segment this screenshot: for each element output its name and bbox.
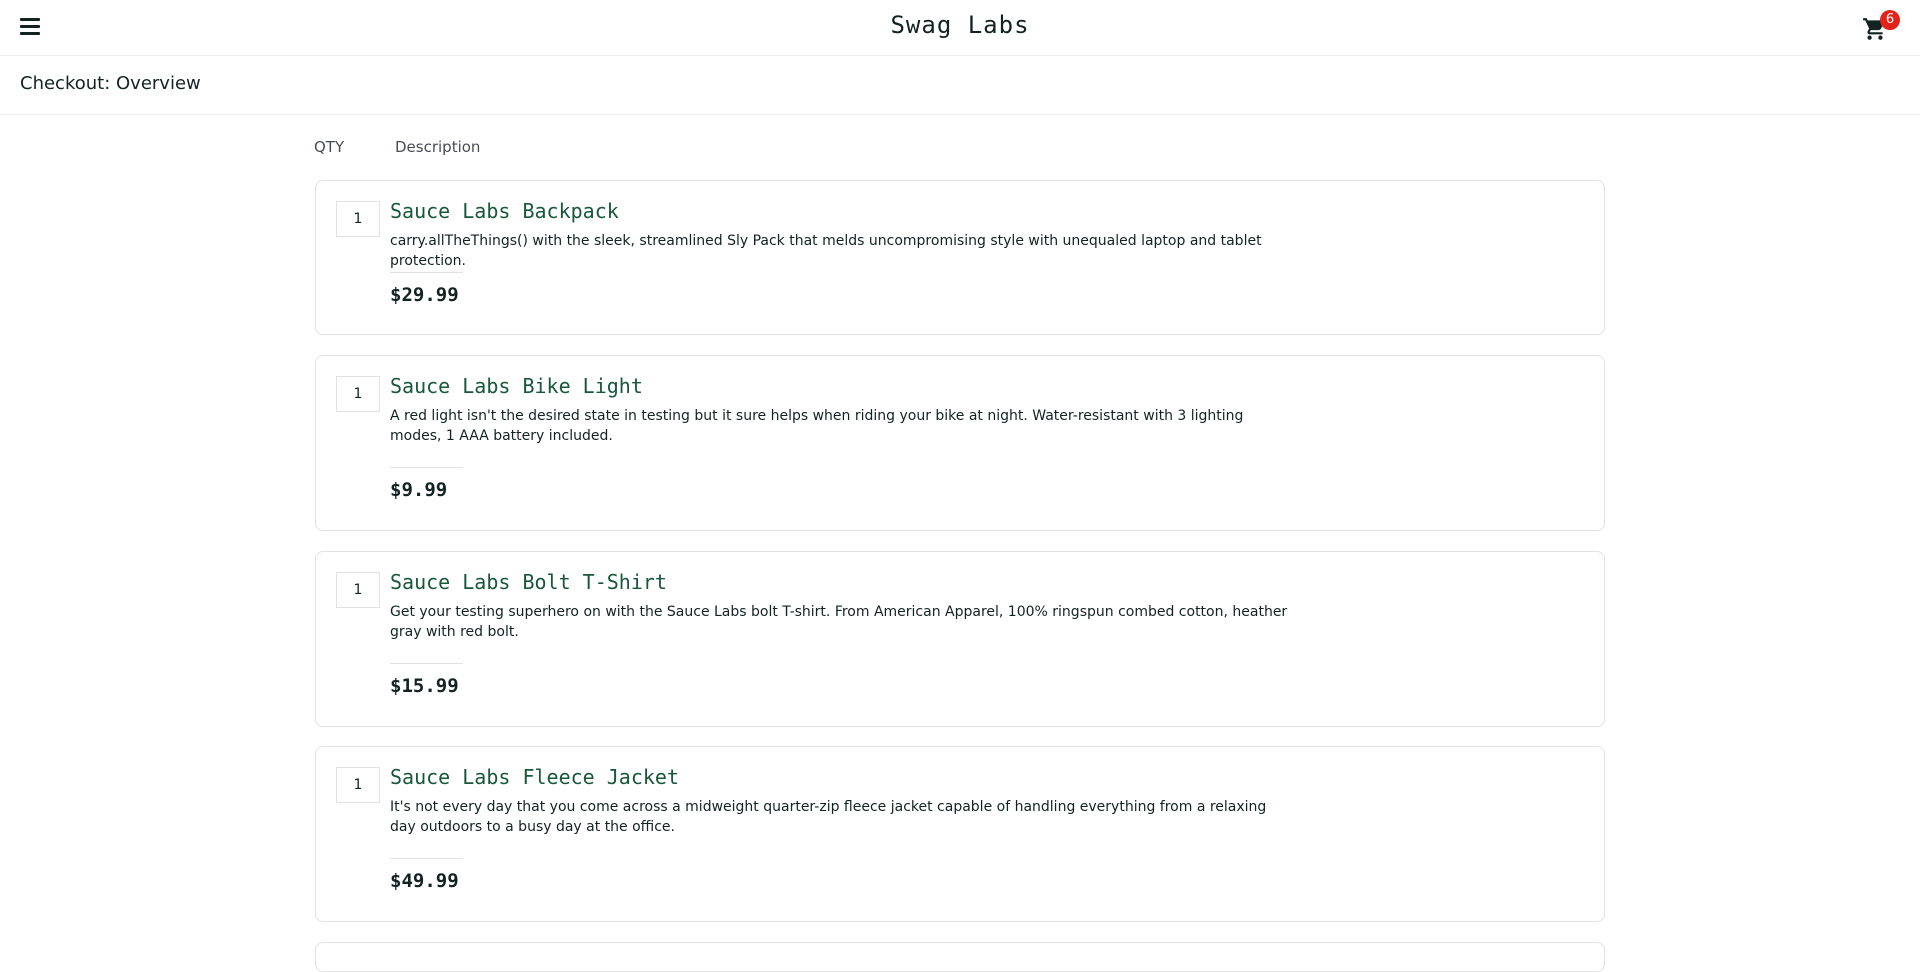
item-name-link[interactable]: Sauce Labs Backpack xyxy=(390,199,619,223)
item-price: $49.99 xyxy=(390,870,459,892)
item-description: Get your testing superhero on with the S… xyxy=(390,604,1288,640)
menu-button[interactable] xyxy=(20,18,40,35)
item-quantity: 1 xyxy=(336,376,380,412)
shopping-cart-link[interactable]: 6 xyxy=(1862,10,1900,44)
cart-item: 1 Sauce Labs Fleece Jacket It's not ever… xyxy=(315,746,1605,922)
item-divider xyxy=(390,858,463,859)
qty-column-label: QTY xyxy=(314,138,345,156)
item-quantity: 1 xyxy=(336,572,380,608)
menu-icon xyxy=(20,18,40,21)
item-name-link[interactable]: Sauce Labs Bike Light xyxy=(390,374,643,398)
item-description: A red light isn't the desired state in t… xyxy=(390,408,1244,444)
page-title: Checkout: Overview xyxy=(20,73,201,94)
app-header: Swag Labs 6 xyxy=(0,0,1920,56)
cart-item: 1 Sauce Labs Backpack carry.allTheThings… xyxy=(315,180,1605,335)
cart-item: 1 Sauce Labs Bolt T-Shirt Get your testi… xyxy=(315,551,1605,727)
menu-icon-bar xyxy=(20,32,40,35)
cart-item: 1 Sauce Labs Bike Light A red light isn'… xyxy=(315,355,1605,531)
item-divider xyxy=(390,467,463,468)
item-quantity: 1 xyxy=(336,767,380,803)
menu-icon-bar xyxy=(20,25,40,28)
item-price: $29.99 xyxy=(390,284,459,306)
item-name-link[interactable]: Sauce Labs Bolt T-Shirt xyxy=(390,570,667,594)
page-subheader: Checkout: Overview xyxy=(0,56,1920,115)
description-column-label: Description xyxy=(395,138,481,156)
item-price: $15.99 xyxy=(390,675,459,697)
item-price: $9.99 xyxy=(390,479,448,501)
app-logo: Swag Labs xyxy=(890,11,1030,39)
item-description: carry.allTheThings() with the sleek, str… xyxy=(390,233,1262,269)
item-quantity: 1 xyxy=(336,201,380,237)
cart-item-partial xyxy=(315,942,1605,972)
item-divider xyxy=(390,663,463,664)
item-description: It's not every day that you come across … xyxy=(390,799,1267,835)
cart-count-badge: 6 xyxy=(1880,10,1900,30)
item-name-link[interactable]: Sauce Labs Fleece Jacket xyxy=(390,765,679,789)
item-divider xyxy=(390,272,463,273)
